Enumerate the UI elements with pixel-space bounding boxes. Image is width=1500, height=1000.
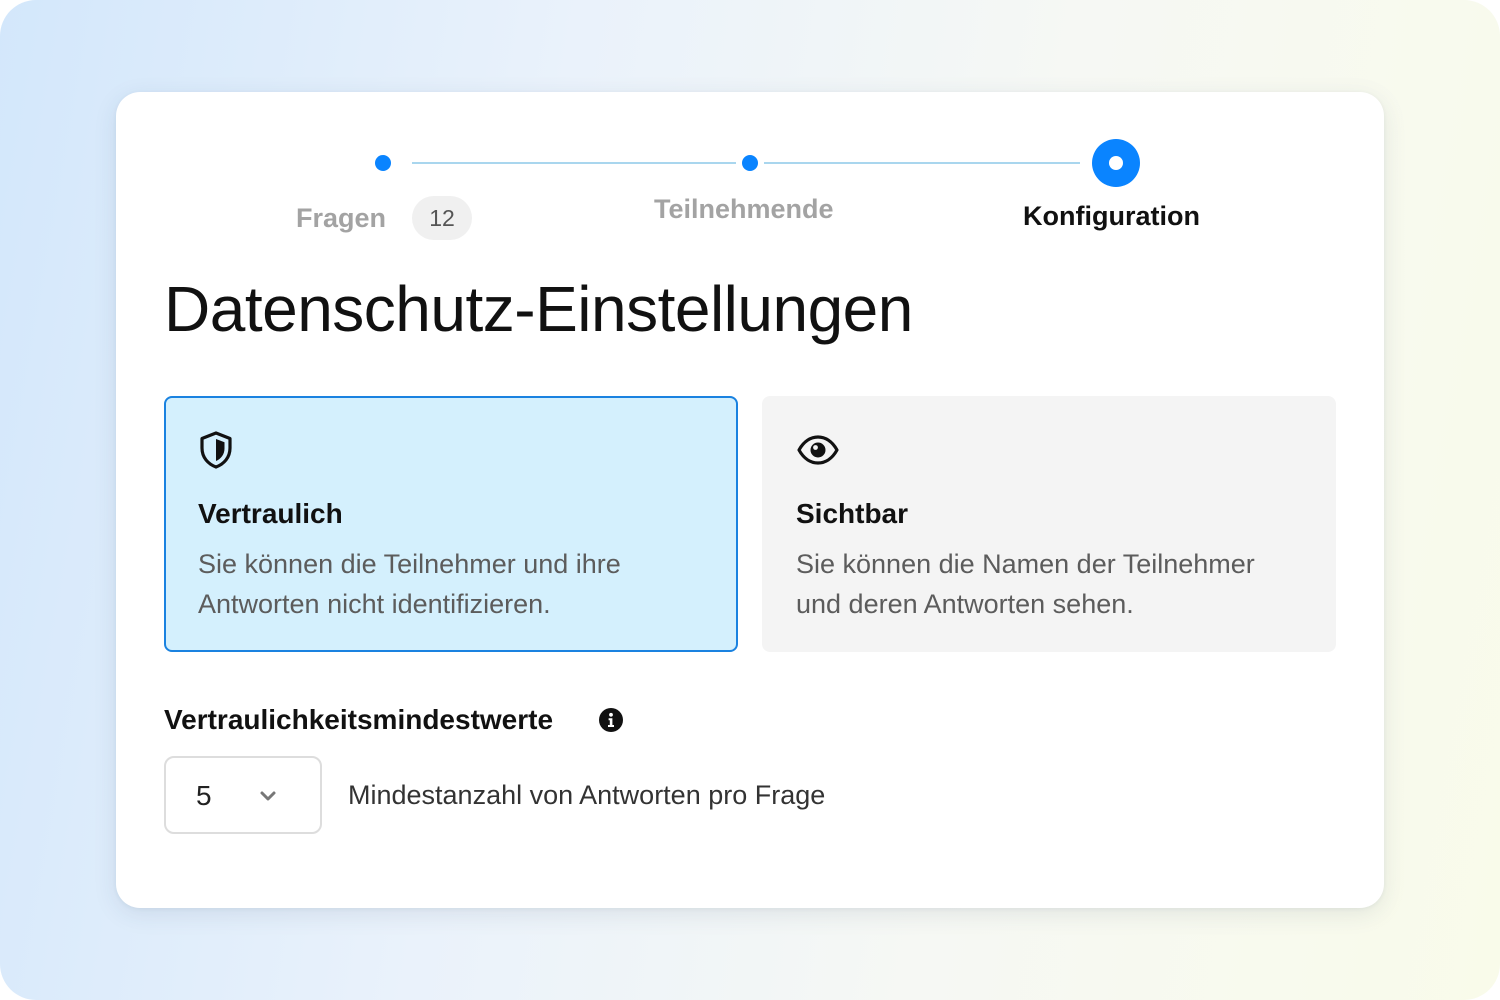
threshold-select-value: 5 — [196, 780, 212, 811]
stepper: Fragen 12 Teilnehmende Konfiguration — [116, 92, 1384, 252]
step-label-questions[interactable]: Fragen — [296, 203, 386, 234]
option-card-visible[interactable]: Sichtbar Sie können die Namen der Teilne… — [762, 396, 1336, 652]
option-title-confidential: Vertraulich — [198, 498, 343, 529]
step-dot-participants[interactable] — [742, 155, 758, 171]
chevron-down-icon — [260, 791, 276, 801]
info-icon[interactable] — [599, 708, 623, 732]
threshold-label: Vertraulichkeitsmindestwerte — [164, 704, 554, 735]
step-dot-questions[interactable] — [375, 155, 391, 171]
page-title: Datenschutz-Einstellungen — [164, 273, 913, 345]
step-label-configuration: Konfiguration — [1023, 201, 1200, 231]
step-connector-2 — [764, 162, 1080, 164]
option-title-visible: Sichtbar — [796, 498, 909, 529]
option-description-visible: Sie können die Namen der Teilnehmer und … — [796, 549, 1255, 619]
background-frame: Fragen 12 Teilnehmende Konfiguration Dat… — [0, 0, 1500, 1000]
option-card-confidential[interactable]: Vertraulich Sie können die Teilnehmer un… — [164, 396, 738, 652]
shield-icon — [200, 431, 232, 469]
option-description-confidential: Sie können die Teilnehmer und ihre Antwo… — [198, 549, 621, 619]
privacy-settings-card: Fragen 12 Teilnehmende Konfiguration Dat… — [116, 92, 1384, 908]
eye-icon — [797, 435, 839, 465]
step-label-participants[interactable]: Teilnehmende — [654, 194, 834, 225]
threshold-caption: Mindestanzahl von Antworten pro Frage — [348, 780, 826, 810]
threshold-select[interactable]: 5 — [164, 756, 322, 834]
step-connector-1 — [412, 162, 736, 164]
questions-count-badge: 12 — [412, 196, 472, 240]
step-dot-configuration-active — [1092, 139, 1140, 187]
